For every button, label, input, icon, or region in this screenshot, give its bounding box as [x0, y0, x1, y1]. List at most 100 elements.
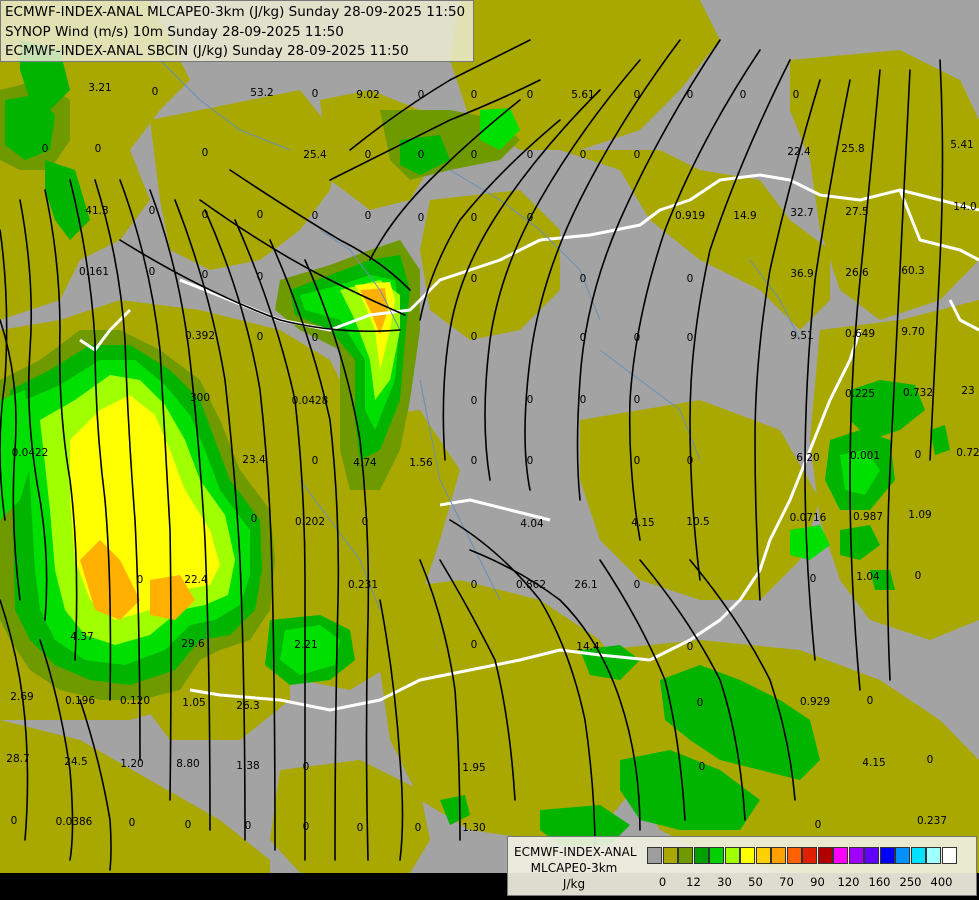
value-label: 0.231: [348, 579, 378, 591]
legend-swatch: [833, 847, 848, 864]
legend-swatch: [864, 847, 879, 864]
value-label: 0: [42, 143, 49, 155]
value-label: 0: [527, 455, 534, 467]
value-label: 0: [365, 210, 372, 222]
value-label: 9.70: [901, 326, 924, 338]
legend-swatch: [709, 847, 724, 864]
value-label: 0: [740, 89, 747, 101]
value-label: 0: [815, 819, 822, 831]
value-label: 0: [697, 697, 704, 709]
value-label: 0: [634, 89, 641, 101]
value-label: 0: [202, 269, 209, 281]
value-label: 23: [961, 385, 974, 397]
legend-swatch: [647, 847, 662, 864]
value-label: 24.5: [64, 756, 87, 768]
value-label: 60.3: [901, 265, 924, 277]
value-label: 0: [634, 455, 641, 467]
value-label: 41.3: [85, 205, 108, 217]
value-label: 0.649: [845, 328, 875, 340]
value-label: 25.8: [841, 143, 864, 155]
value-label: 26.6: [845, 267, 869, 279]
weather-map: 3.21 0 53.2 0 9.02 0 0 0 5.61 0 0 0 0 0 0 0 25.4 0 0 0 0 0 0 22…: [0, 0, 979, 900]
value-label: 4.74: [353, 457, 377, 469]
legend-tick-label: 70: [779, 875, 794, 889]
value-label: 26.1: [574, 579, 597, 591]
value-label: 0: [687, 455, 694, 467]
value-label: 0: [634, 332, 641, 344]
value-label: 0: [257, 209, 264, 221]
value-label: 1.04: [856, 571, 880, 583]
value-label: 0: [11, 815, 18, 827]
value-label: 36.9: [790, 268, 813, 280]
value-label: 0: [915, 570, 922, 582]
value-label: 4.15: [631, 517, 654, 529]
value-label: 0: [257, 271, 264, 283]
legend-swatch: [755, 847, 771, 864]
value-label: 0.196: [65, 695, 95, 707]
value-label: 0: [687, 641, 694, 653]
value-label: 0: [202, 147, 209, 159]
value-label: 0: [471, 455, 478, 467]
value-label: 5.41: [950, 139, 973, 151]
value-label: 0.120: [120, 695, 150, 707]
value-label: 0: [527, 149, 534, 161]
value-label: 0: [471, 579, 478, 591]
value-label: 0: [312, 210, 319, 222]
legend-swatch: [910, 847, 926, 864]
value-label: 1.09: [908, 509, 931, 521]
value-label: 1.05: [182, 697, 205, 709]
value-label: 0: [527, 212, 534, 224]
value-label: 4.15: [862, 757, 885, 769]
value-label: 0: [634, 394, 641, 406]
value-label: 14.4: [576, 641, 600, 653]
value-label: 0: [303, 821, 310, 833]
value-label: 25.4: [303, 149, 327, 161]
value-label: 0: [527, 89, 534, 101]
legend-swatch: [740, 847, 755, 864]
legend-swatch: [693, 847, 709, 864]
value-label: 29.6: [181, 638, 205, 650]
value-label: 14.9: [733, 210, 756, 222]
header-line-cin: ECMWF-INDEX-ANAL SBCIN (J/kg) Sunday 28-…: [5, 43, 409, 59]
value-label: 0: [687, 89, 694, 101]
value-label: 0: [687, 273, 694, 285]
value-label: 0: [471, 395, 478, 407]
value-label: 1.20: [120, 758, 143, 770]
value-label: 0.862: [516, 579, 546, 591]
legend-title: ECMWF-INDEX-ANAL: [514, 845, 637, 859]
legend-unit: J/kg: [562, 877, 586, 891]
value-label: 0.0422: [12, 447, 49, 459]
value-label: 0: [129, 817, 136, 829]
value-label: 0: [257, 331, 264, 343]
value-label: 0: [471, 331, 478, 343]
legend-swatch: [879, 847, 895, 864]
value-label: 0: [580, 273, 587, 285]
value-label: 1.38: [236, 760, 259, 772]
value-label: 0: [471, 89, 478, 101]
value-label: 0: [312, 455, 319, 467]
legend-swatch: [786, 847, 802, 864]
value-label: 0: [580, 394, 587, 406]
value-label: 0: [152, 86, 159, 98]
value-label: 9.51: [790, 330, 813, 342]
legend-tick-label: 50: [748, 875, 763, 889]
value-label: 0: [867, 695, 874, 707]
legend-tick-label: 30: [717, 875, 732, 889]
value-label: 0.0386: [56, 816, 93, 828]
value-label: 0: [471, 149, 478, 161]
value-label: 0: [365, 149, 372, 161]
value-label: 0.929: [800, 696, 830, 708]
value-label: 0: [580, 332, 587, 344]
value-label: 5.61: [571, 89, 594, 101]
value-label: 4.04: [520, 518, 544, 530]
legend-swatch: [941, 847, 957, 864]
legend-tick-label: 120: [837, 875, 860, 889]
value-label: 0: [137, 574, 144, 586]
legend-tick-label: 250: [899, 875, 922, 889]
value-label: 0.392: [185, 330, 215, 342]
legend-swatch: [802, 847, 817, 864]
legend-swatch: [724, 847, 740, 864]
legend-swatch: [926, 847, 941, 864]
value-label: 0: [810, 573, 817, 585]
value-label: 28.7: [6, 753, 29, 765]
